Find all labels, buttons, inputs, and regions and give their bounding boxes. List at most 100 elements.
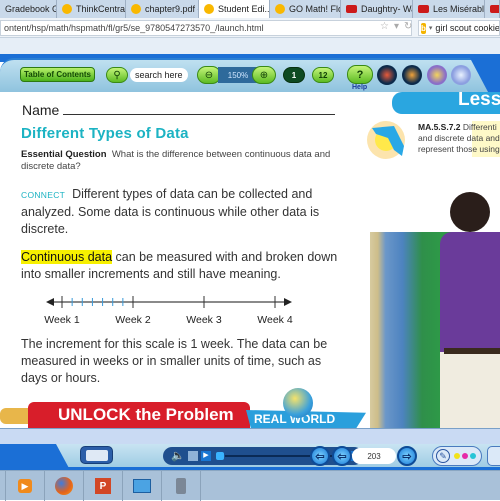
tab-label: Gradebook Grid — [5, 4, 56, 14]
tab-student-edition[interactable]: Student Edi... × — [199, 0, 270, 18]
page-title: Different Types of Data — [21, 125, 189, 142]
speaker-icon[interactable]: 🔈 — [171, 449, 185, 462]
teacher-shirt — [440, 232, 500, 352]
previous-page-button[interactable]: ⇦ — [332, 446, 352, 466]
essential-question: Essential Question What is the differenc… — [21, 149, 341, 173]
tab-gradebook[interactable]: Gradebook Grid — [0, 0, 57, 18]
whiteboard-icon — [85, 450, 108, 461]
standard-code: MA.5.S.7.2 — [418, 122, 461, 132]
youtube-icon — [346, 5, 357, 13]
teacher-photo — [370, 192, 500, 428]
dropdown-arrow-icon[interactable]: ▾ — [394, 21, 399, 32]
network-icon — [133, 479, 151, 493]
unlock-the-problem-banner: UNLOCK the Problem — [28, 402, 250, 428]
search-button[interactable]: ⚲ — [106, 67, 128, 83]
single-page-button[interactable]: 1 — [283, 67, 305, 83]
yellow-color-swatch[interactable] — [454, 453, 460, 459]
tab-label: Student Edi... — [218, 4, 270, 14]
zoom-in-button[interactable]: ⊕ — [252, 66, 276, 84]
page-number-input[interactable]: 203 — [352, 448, 396, 464]
tab-go-math[interactable]: GO Math! Flori... — [270, 0, 341, 18]
tab-overflow[interactable] — [485, 0, 500, 18]
tool-icon-globe[interactable] — [451, 65, 471, 85]
right-arrow-icon: ⇨ — [402, 450, 412, 463]
lesson-label: Lesso — [458, 92, 500, 110]
browser-tab-bar: Gradebook Grid ThinkCentral chapter9.pdf… — [0, 0, 500, 18]
right-arrow-icon — [284, 298, 292, 306]
bookmark-star-icon[interactable]: ☆ — [380, 21, 389, 32]
whiteboard-button[interactable] — [80, 446, 113, 464]
search-input[interactable]: search here — [130, 68, 188, 82]
youtube-icon — [418, 5, 429, 13]
tool-icon-measure[interactable] — [402, 65, 422, 85]
number-line-label: Week 3 — [186, 314, 222, 326]
teacher-pants — [440, 352, 500, 428]
taskbar-media-player[interactable]: ▶ — [6, 471, 45, 501]
double-page-button[interactable]: 12 — [312, 67, 334, 83]
taskbar-camera[interactable] — [162, 471, 201, 501]
pen-icon: ✎ — [436, 449, 450, 463]
notes-button[interactable] — [487, 446, 500, 466]
os-taskbar: ▶ P — [0, 470, 500, 501]
tab-chapter9-pdf[interactable]: chapter9.pdf - ... — [126, 0, 199, 18]
media-player-icon: ▶ — [18, 479, 32, 493]
tab-label: ThinkCentral — [76, 4, 126, 14]
essential-question-label: Essential Question — [21, 149, 107, 160]
search-box[interactable]: b ▾ girl scout cookies — [418, 20, 500, 36]
taskbar-firefox[interactable] — [45, 471, 84, 501]
textbook-page: Lesso Name Different Types of Data Essen… — [0, 92, 500, 428]
reload-icon[interactable]: ↻ — [404, 21, 412, 32]
tool-icon-games[interactable] — [427, 65, 447, 85]
circle-favicon-icon — [275, 4, 285, 14]
magenta-color-swatch[interactable] — [462, 453, 468, 459]
zoom-in-icon: ⊕ — [259, 69, 269, 81]
circle-favicon-icon — [131, 4, 141, 14]
seek-handle[interactable] — [216, 452, 224, 460]
taskbar-network[interactable] — [123, 471, 162, 501]
engine-dropdown-icon[interactable]: ▾ — [429, 24, 433, 32]
single-page-icon: 1 — [291, 70, 297, 80]
name-label: Name — [22, 102, 60, 118]
first-page-button[interactable]: ⇦ — [310, 446, 330, 466]
powerpoint-icon: P — [95, 478, 111, 494]
number-line-label: Week 4 — [257, 314, 293, 326]
next-page-button[interactable]: ⇨ — [397, 446, 417, 466]
tab-thinkcentral[interactable]: ThinkCentral — [57, 0, 126, 18]
name-line — [63, 114, 336, 115]
back-arrow-icon: ⇦ — [315, 450, 325, 463]
tab-les-miserables[interactable]: Les Misérables... — [413, 0, 485, 18]
left-arrow-icon — [46, 298, 54, 306]
florida-sun-icon — [367, 121, 405, 159]
tab-label: Les Misérables... — [433, 4, 485, 14]
magnifier-icon: ⚲ — [113, 69, 121, 81]
firefox-icon — [55, 477, 73, 495]
teacher-head — [450, 192, 490, 232]
help-icon: ? — [356, 68, 364, 81]
left-arrow-icon: ⇦ — [337, 450, 347, 463]
page-footer-gap — [0, 428, 500, 444]
tab-label: GO Math! Flori... — [289, 4, 340, 14]
tool-icon-hourglass[interactable] — [377, 65, 397, 85]
tab-label: chapter9.pdf - ... — [145, 4, 198, 14]
name-field: Name — [22, 102, 336, 118]
tab-daughtry[interactable]: Daughtry- Wai... — [341, 0, 413, 18]
stop-icon[interactable] — [188, 451, 198, 461]
search-query: girl scout cookies — [435, 23, 500, 33]
teacher-belt — [444, 348, 500, 354]
camera-icon — [176, 478, 186, 494]
help-button[interactable]: ? — [347, 65, 373, 84]
circle-favicon-icon — [204, 4, 214, 14]
play-pause-icon[interactable]: ▶ — [201, 451, 211, 461]
cyan-color-swatch[interactable] — [470, 453, 476, 459]
double-page-icon: 12 — [318, 70, 328, 80]
globe-icon — [283, 388, 313, 418]
number-line-label: Week 1 — [44, 314, 80, 326]
tab-label: Daughtry- Wai... — [361, 4, 412, 14]
taskbar-powerpoint[interactable]: P — [84, 471, 123, 501]
continuous-term: Continuous data — [21, 250, 113, 264]
address-bar[interactable]: ontent/hsp/math/hspmath/fl/gr5/se_978054… — [0, 20, 412, 36]
increment-paragraph: The increment for this scale is 1 week. … — [21, 337, 328, 385]
table-of-contents-button[interactable]: Table of Contents — [20, 67, 95, 82]
connect-paragraph: CONNECT Different types of data can be c… — [21, 186, 321, 238]
help-label: Help — [352, 84, 368, 91]
